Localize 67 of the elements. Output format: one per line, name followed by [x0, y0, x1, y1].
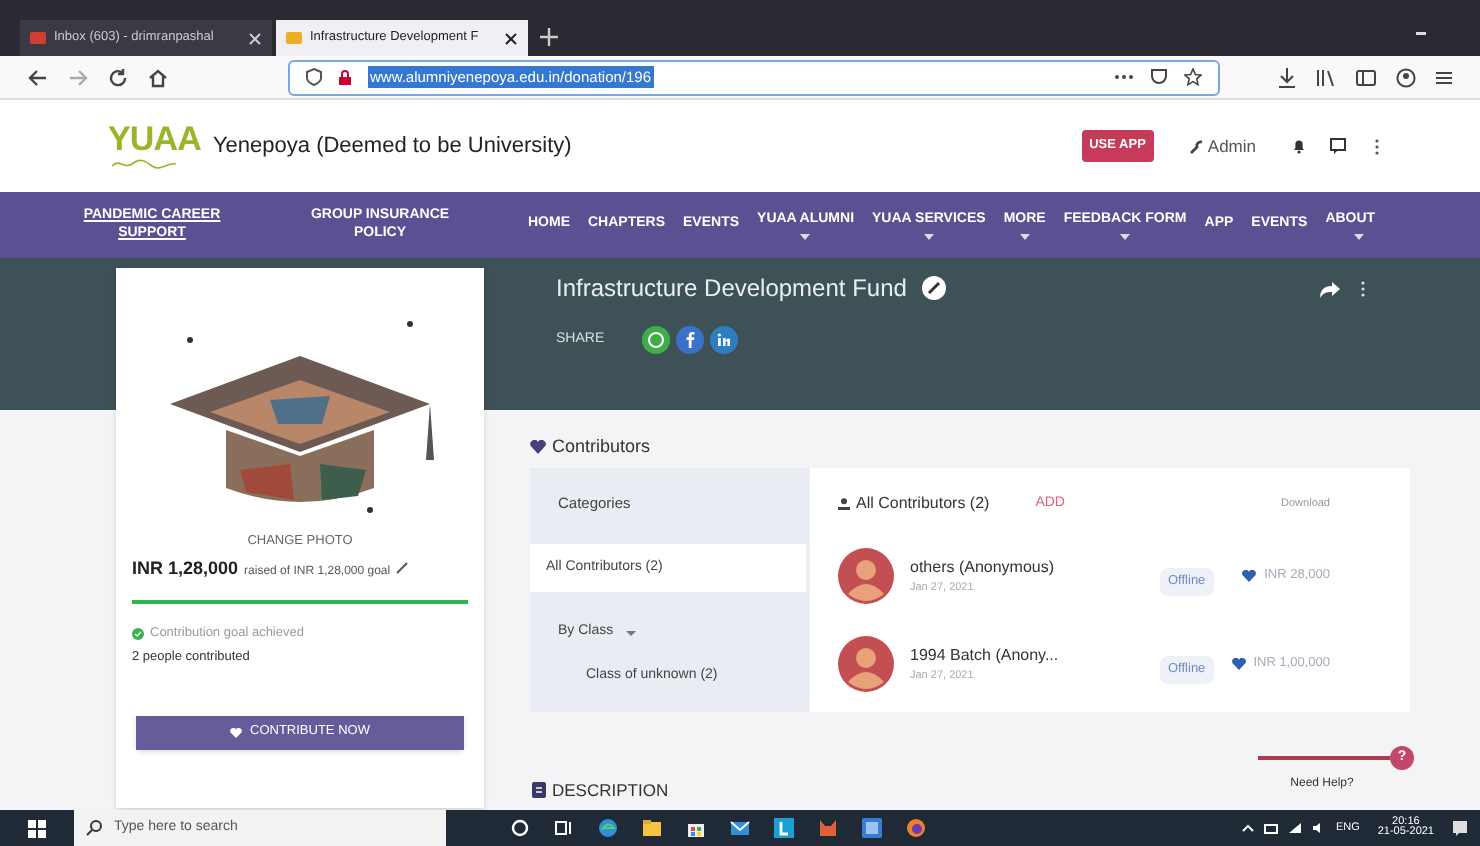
avatar-icon — [838, 636, 894, 692]
kebab-icon[interactable] — [1360, 280, 1366, 298]
edit-icon[interactable] — [922, 276, 947, 300]
raised-amount: INR 1,28,000 — [132, 555, 239, 582]
whatsapp-icon[interactable] — [642, 326, 671, 354]
heart-icon — [1242, 570, 1257, 582]
heart-icon — [1231, 658, 1246, 670]
contributor-name: 1994 Batch (Anony... — [910, 643, 1061, 668]
app-tile-icon[interactable] — [862, 818, 882, 838]
sidebar-icon[interactable] — [1356, 67, 1376, 87]
lock-icon — [338, 69, 352, 85]
tab-favicon-icon — [30, 30, 46, 46]
wrench-icon — [1189, 139, 1204, 153]
list-title: All Contributors (2) — [856, 492, 990, 516]
admin-link[interactable]: Admin — [1207, 133, 1256, 159]
star-icon[interactable] — [1184, 68, 1202, 86]
caret-down-icon — [625, 627, 636, 637]
fund-title: Infrastructure Development Fund — [556, 272, 907, 306]
task-view-icon[interactable] — [554, 818, 574, 838]
more-icon[interactable] — [1114, 74, 1134, 80]
pencil-icon[interactable] — [396, 561, 409, 574]
chevron-up-icon[interactable] — [1241, 824, 1254, 832]
reload-icon[interactable] — [108, 67, 128, 87]
home-icon[interactable] — [148, 67, 168, 87]
section-heading: Contributors — [552, 434, 651, 460]
new-tab-icon[interactable] — [540, 28, 558, 46]
minimize-icon[interactable] — [1414, 26, 1428, 40]
document-icon — [532, 782, 546, 799]
firefox-icon[interactable] — [906, 818, 926, 838]
store-icon[interactable] — [686, 818, 706, 838]
person-icon — [838, 498, 850, 510]
battery-icon[interactable] — [1263, 823, 1278, 833]
bell-icon[interactable] — [1292, 138, 1306, 154]
divider-line-icon — [1258, 756, 1390, 760]
notification-icon[interactable] — [1452, 820, 1468, 836]
folder-icon[interactable] — [642, 818, 662, 838]
heart-icon — [530, 440, 546, 455]
download-icon[interactable] — [1278, 67, 1296, 87]
library-icon[interactable] — [1316, 67, 1336, 87]
linkedin-icon[interactable] — [710, 326, 739, 354]
shield-icon — [306, 68, 322, 86]
chat-icon[interactable] — [1330, 138, 1346, 154]
mail-icon[interactable] — [730, 818, 750, 838]
close-icon[interactable] — [504, 31, 518, 45]
volume-icon[interactable] — [1311, 822, 1326, 834]
tab-favicon-icon — [286, 30, 302, 46]
pocket-icon[interactable] — [1150, 68, 1168, 86]
avatar-icon — [838, 548, 894, 604]
site-title: Yenepoya (Deemed to be University) — [212, 131, 572, 162]
cat-icon[interactable] — [818, 818, 838, 838]
search-icon — [86, 820, 102, 836]
cortana-icon[interactable] — [510, 818, 530, 838]
contributor-name: others (Anonymous) — [910, 555, 1057, 580]
windows-icon[interactable] — [28, 819, 46, 837]
share-icon[interactable] — [1320, 282, 1340, 298]
network-icon[interactable] — [1287, 822, 1302, 834]
menu-icon[interactable] — [1436, 69, 1452, 85]
back-icon[interactable] — [28, 67, 48, 87]
account-icon[interactable] — [1396, 67, 1416, 87]
heart-icon — [230, 727, 243, 738]
check-circle-icon — [132, 628, 144, 641]
signature-icon — [108, 155, 180, 171]
kebab-icon[interactable] — [1374, 137, 1380, 155]
facebook-icon[interactable] — [676, 326, 705, 354]
browser-icon[interactable] — [598, 818, 618, 838]
section-heading: DESCRIPTION — [552, 778, 669, 804]
l-tile-icon[interactable] — [774, 818, 794, 838]
